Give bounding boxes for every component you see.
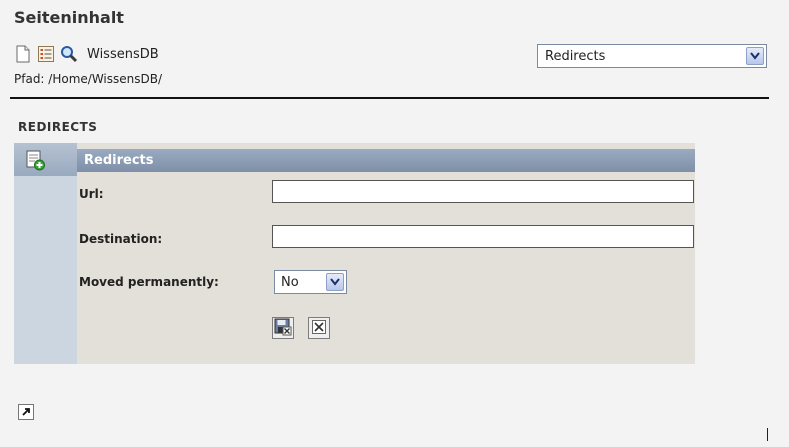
redirects-panel	[14, 143, 695, 364]
toolbar: WissensDB	[14, 45, 159, 63]
save-close-button[interactable]	[272, 317, 294, 339]
destination-input[interactable]	[272, 225, 694, 248]
chevron-down-icon[interactable]	[326, 273, 344, 291]
url-label: Url:	[79, 187, 104, 201]
section-title: REDIRECTS	[18, 120, 98, 134]
shortcut-link-icon[interactable]	[18, 404, 34, 420]
breadcrumb-path: Pfad: /Home/WissensDB/	[14, 72, 163, 86]
divider	[10, 97, 769, 99]
panel-heading: Redirects	[84, 153, 154, 168]
url-input[interactable]	[272, 180, 694, 203]
new-page-icon[interactable]	[14, 45, 32, 63]
text-cursor	[767, 428, 768, 441]
list-icon[interactable]	[37, 45, 55, 63]
close-icon	[312, 319, 326, 337]
chevron-down-icon[interactable]	[746, 47, 764, 65]
moved-permanently-value: No	[281, 275, 299, 290]
database-name: WissensDB	[87, 46, 159, 62]
search-icon[interactable]	[60, 45, 78, 63]
close-button[interactable]	[308, 317, 330, 339]
add-record-icon[interactable]	[24, 149, 46, 171]
module-select-value: Redirects	[545, 49, 606, 64]
moved-permanently-select[interactable]: No	[274, 270, 347, 294]
destination-label: Destination:	[79, 232, 163, 246]
page-title: Seiteninhalt	[14, 8, 124, 27]
moved-permanently-label: Moved permanently:	[79, 275, 219, 289]
module-select[interactable]: Redirects	[537, 44, 767, 68]
panel-side-column	[14, 143, 77, 364]
save-close-icon	[274, 318, 292, 339]
panel-header	[77, 149, 695, 172]
